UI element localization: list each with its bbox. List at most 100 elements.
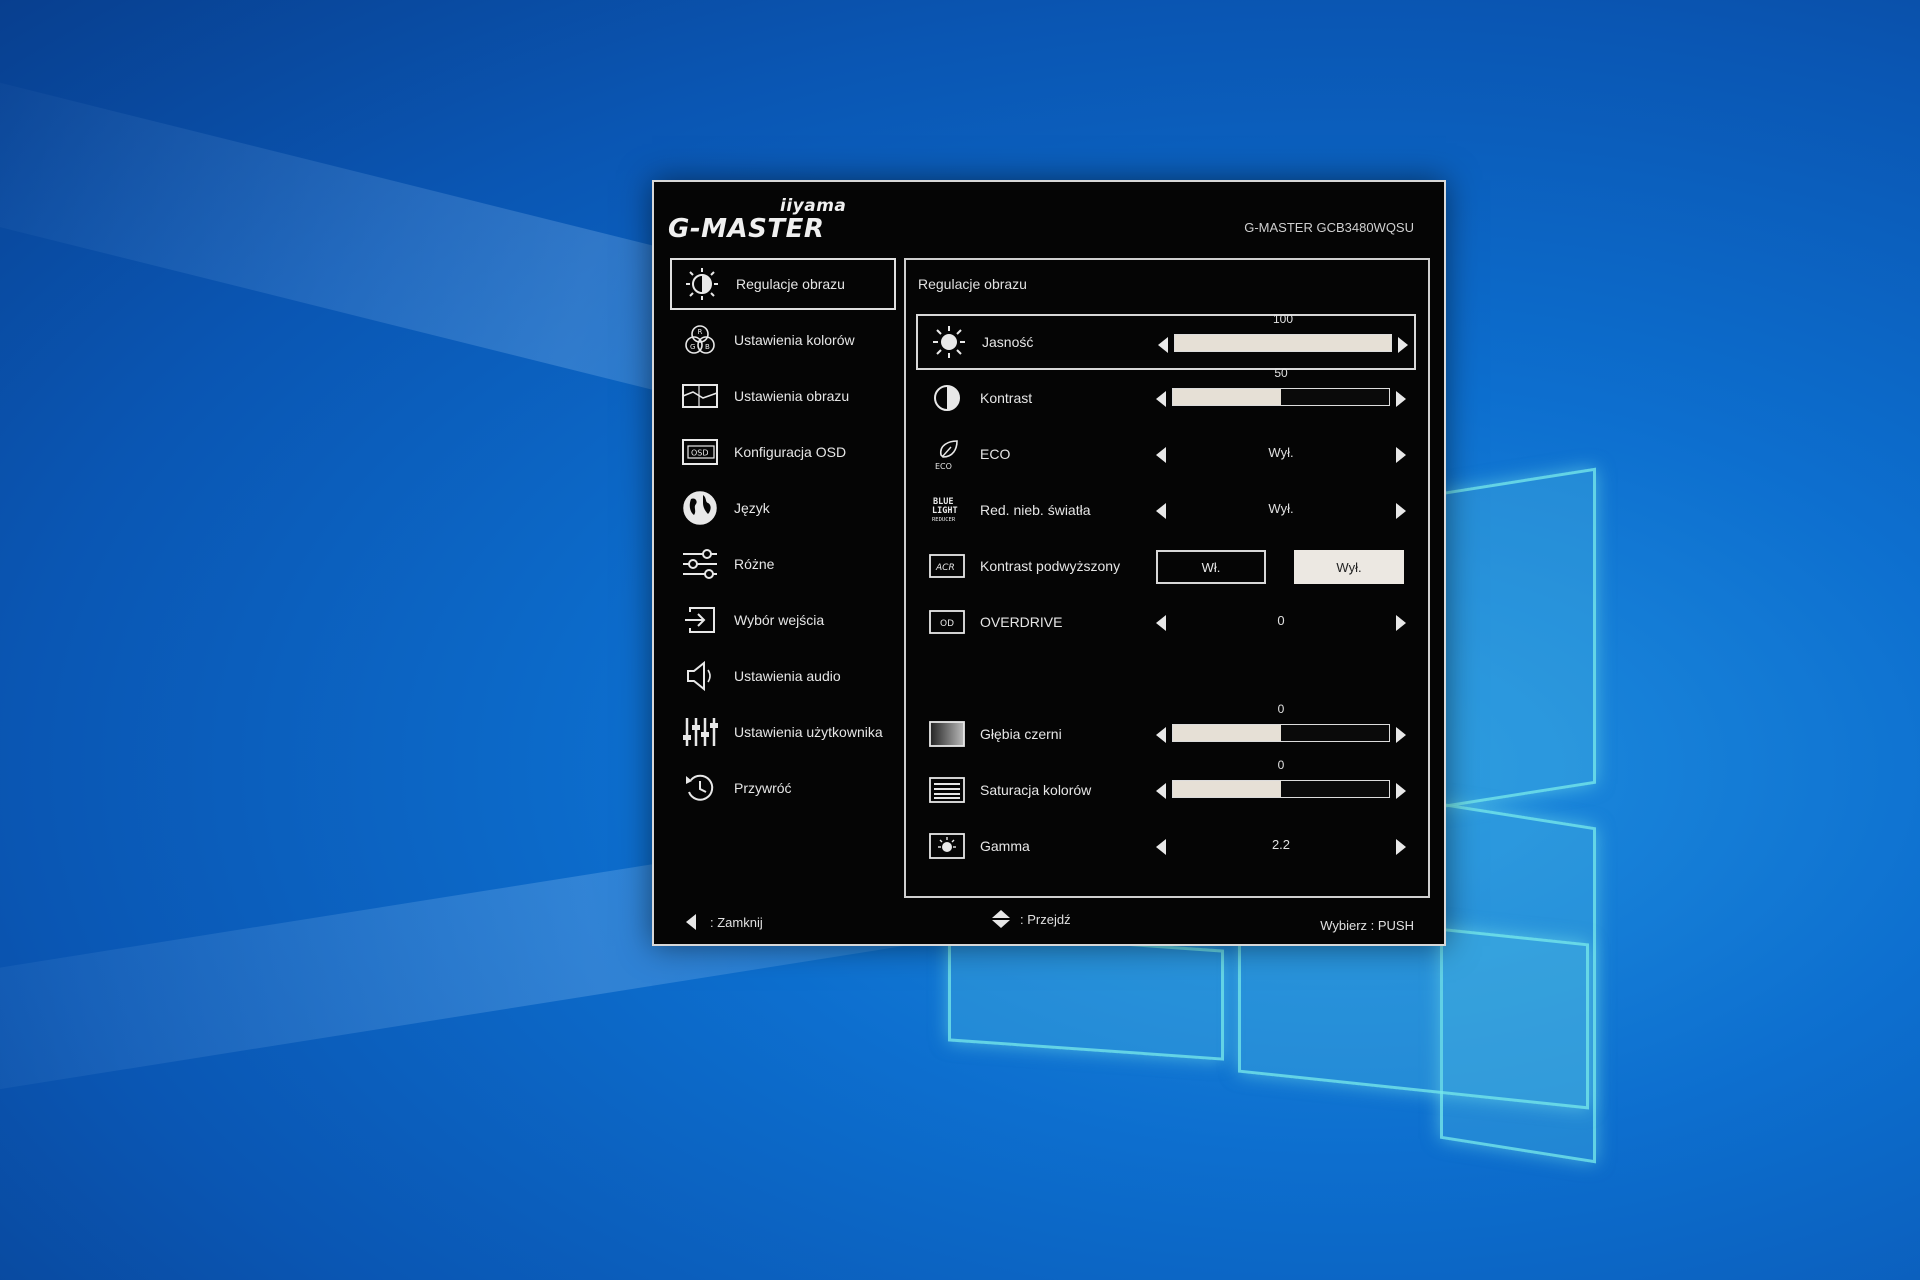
setting-value: 2.2 [1271,837,1291,852]
decrease-arrow-icon[interactable] [1156,447,1166,463]
footer-close-label: : Zamknij [710,914,763,930]
setting-row-eco[interactable]: ECO ECO Wył. [916,426,1416,482]
sidebar-item-osd-config[interactable]: OSD Konfiguracja OSD [670,426,896,478]
sidebar-item-reset[interactable]: Przywróć [670,762,896,814]
brightness-slider[interactable]: 100 [1158,312,1408,372]
setting-label: Jasność [982,334,1034,350]
footer-close-hint[interactable]: : Zamknij [686,914,763,930]
toggle-on-option[interactable]: Wł. [1156,550,1266,584]
setting-label: OVERDRIVE [980,614,1063,630]
sidebar-item-image-adjust[interactable]: Regulacje obrazu [670,258,896,310]
setting-row-black-level[interactable]: Głębia czerni 0 [916,702,1416,762]
black-level-slider[interactable]: 0 [1156,702,1406,762]
sidebar-item-label: Ustawienia kolorów [734,332,855,348]
product-logo: G-MASTER [668,214,825,244]
saturation-slider[interactable]: 0 [1156,758,1406,818]
slider-track [1172,388,1390,406]
input-icon [680,600,720,640]
sidebar-item-label: Ustawienia audio [734,668,841,684]
sidebar-item-label: Konfiguracja OSD [734,444,847,460]
equalizer-icon [680,712,720,752]
contrast-slider[interactable]: 50 [1156,366,1406,426]
left-arrow-icon [686,914,696,930]
model-name: G-MASTER GCB3480WQSU [1244,220,1414,235]
decrease-arrow-icon[interactable] [1158,337,1168,353]
svg-text:ECO: ECO [935,462,952,471]
increase-arrow-icon[interactable] [1396,839,1406,855]
setting-value: Wył. [1268,501,1294,516]
sidebar-item-label: Ustawienia obrazu [734,388,850,404]
sun-icon [928,324,970,360]
svg-text:G: G [690,343,695,351]
rgb-circles-icon: RG B [680,320,720,360]
sidebar-item-misc[interactable]: Różne [670,538,896,590]
slider-track [1172,724,1390,742]
settings-panel: Regulacje obrazu Jasność 100 Kontrast 50… [904,258,1430,898]
slider-track [1174,334,1392,352]
acr-toggle[interactable]: Wł. Wył. [1156,538,1406,594]
footer-select-label: Wybierz : PUSH [1320,918,1414,933]
blue-light-selector[interactable]: Wył. [1156,482,1406,538]
decrease-arrow-icon[interactable] [1156,615,1166,631]
eco-selector[interactable]: Wył. [1156,426,1406,482]
setting-row-brightness[interactable]: Jasność 100 [916,312,1416,372]
sidebar-item-label: Język [734,500,770,516]
setting-label: Saturacja kolorów [980,782,1092,798]
svg-text:REDUCER: REDUCER [932,517,956,523]
slider-value: 0 [1277,758,1285,772]
setting-row-acr[interactable]: ACR Kontrast podwyższony Wł. Wył. [916,538,1416,594]
svg-text:OD: OD [940,619,954,629]
svg-text:OSD: OSD [691,449,709,458]
decrease-arrow-icon[interactable] [1156,391,1166,407]
osd-footer: : Zamknij : Przejdź Wybierz : PUSH [654,900,1444,944]
increase-arrow-icon[interactable] [1396,447,1406,463]
osd-icon: OSD [680,432,720,472]
slider-fill [1173,725,1281,741]
setting-label: Głębia czerni [980,726,1062,742]
sidebar-item-user-settings[interactable]: Ustawienia użytkownika [670,706,896,758]
setting-row-saturation[interactable]: Saturacja kolorów 0 [916,758,1416,818]
overdrive-selector[interactable]: 0 [1156,594,1406,650]
slider-value: 100 [1272,312,1294,326]
decrease-arrow-icon[interactable] [1156,727,1166,743]
setting-row-blue-light[interactable]: BLUE LIGHT REDUCER Red. nieb. światła Wył. [916,482,1416,538]
toggle-off-option[interactable]: Wył. [1294,550,1404,584]
increase-arrow-icon[interactable] [1396,783,1406,799]
decrease-arrow-icon[interactable] [1156,783,1166,799]
setting-row-gamma[interactable]: Gamma 2.2 [916,818,1416,874]
sidebar-item-color-settings[interactable]: RG B Ustawienia kolorów [670,314,896,366]
panel-title: Regulacje obrazu [918,276,1027,292]
increase-arrow-icon[interactable] [1396,391,1406,407]
od-icon: OD [926,604,968,640]
sidebar-item-input-select[interactable]: Wybór wejścia [670,594,896,646]
setting-label: Kontrast podwyższony [980,558,1121,574]
svg-text:LIGHT: LIGHT [932,506,958,516]
speaker-icon [680,656,720,696]
slider-value: 0 [1277,702,1285,716]
sidebar-item-language[interactable]: Język [670,482,896,534]
footer-select-hint: Wybierz : PUSH [1320,918,1414,933]
setting-value: 0 [1277,613,1285,628]
sidebar-item-label: Przywróć [734,780,792,796]
increase-arrow-icon[interactable] [1396,727,1406,743]
sidebar-item-picture-settings[interactable]: Ustawienia obrazu [670,370,896,422]
slider-track [1172,780,1390,798]
osd-sidebar: Regulacje obrazu RGB Ustawienia kolorów … [670,258,896,818]
globe-icon [680,488,720,528]
setting-row-overdrive[interactable]: OD OVERDRIVE 0 [916,594,1416,650]
sidebar-item-label: Regulacje obrazu [736,276,845,292]
slider-fill [1173,389,1281,405]
osd-menu-window: iiyama G-MASTER G-MASTER GCB3480WQSU Reg… [652,180,1446,946]
setting-label: Red. nieb. światła [980,502,1091,518]
increase-arrow-icon[interactable] [1398,337,1408,353]
eco-leaf-icon: ECO [926,436,968,472]
decrease-arrow-icon[interactable] [1156,503,1166,519]
slider-fill [1175,335,1391,351]
increase-arrow-icon[interactable] [1396,503,1406,519]
sidebar-item-audio-settings[interactable]: Ustawienia audio [670,650,896,702]
decrease-arrow-icon[interactable] [1156,839,1166,855]
gamma-selector[interactable]: 2.2 [1156,818,1406,874]
setting-row-contrast[interactable]: Kontrast 50 [916,366,1416,426]
windows-logo-pane [1440,467,1596,809]
increase-arrow-icon[interactable] [1396,615,1406,631]
